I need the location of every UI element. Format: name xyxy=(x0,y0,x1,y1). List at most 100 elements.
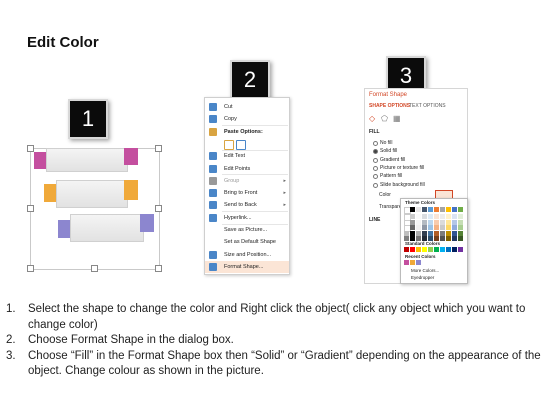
menu-item-edit-text[interactable]: Edit Text xyxy=(205,150,289,162)
fill-option-radio[interactable] xyxy=(373,141,378,146)
menu-item-save-as-picture[interactable]: Save as Picture... xyxy=(205,224,289,236)
menu-item-send-to-back[interactable]: Send to Back ▸ xyxy=(205,199,289,211)
fill-option-radio[interactable] xyxy=(373,165,378,171)
color-swatch[interactable] xyxy=(404,247,409,252)
color-swatch[interactable] xyxy=(428,225,433,230)
color-swatch[interactable] xyxy=(422,207,427,212)
color-swatch[interactable] xyxy=(416,207,421,212)
color-swatch[interactable] xyxy=(458,214,463,219)
menu-item-cut[interactable]: Cut xyxy=(205,101,289,113)
tab-text-options[interactable]: TEXT OPTIONS xyxy=(409,103,446,109)
color-swatch[interactable] xyxy=(452,219,457,225)
color-swatch[interactable] xyxy=(434,247,439,252)
menu-item-size-and-position[interactable]: Size and Position... xyxy=(205,249,289,261)
fill-option-radio[interactable] xyxy=(373,174,378,180)
menu-item-copy[interactable]: Copy xyxy=(205,113,289,125)
fill-option-radio[interactable] xyxy=(373,149,378,155)
color-swatch[interactable] xyxy=(428,207,433,212)
color-swatch[interactable] xyxy=(410,214,415,219)
menu-item-group[interactable]: Group ▸ xyxy=(205,175,289,187)
menu-item-edit-points[interactable]: Edit Points xyxy=(205,163,289,175)
color-swatch[interactable] xyxy=(416,225,421,230)
color-swatch[interactable] xyxy=(440,214,445,219)
fill-option-label[interactable]: Gradient fill xyxy=(380,157,405,163)
color-swatch[interactable] xyxy=(428,247,433,252)
color-swatch[interactable] xyxy=(416,247,421,252)
resize-handle[interactable] xyxy=(155,265,162,272)
ribbon-shape-group[interactable] xyxy=(28,148,158,266)
color-swatch[interactable] xyxy=(452,247,457,252)
color-swatch[interactable] xyxy=(452,207,457,212)
menu-item-paste-icons[interactable] xyxy=(205,138,289,150)
resize-handle[interactable] xyxy=(27,265,34,272)
fill-option-label[interactable]: Pattern fill xyxy=(380,173,402,179)
fill-line-icon[interactable]: ◇ xyxy=(369,114,375,123)
color-swatch[interactable] xyxy=(458,247,463,252)
color-swatch[interactable] xyxy=(416,260,421,265)
color-swatch[interactable] xyxy=(446,247,451,252)
menu-item-hyperlink[interactable]: Hyperlink... xyxy=(205,212,289,224)
color-swatch[interactable] xyxy=(422,219,427,225)
eyedropper-item[interactable]: Eyedropper xyxy=(411,275,434,280)
color-swatch[interactable] xyxy=(434,225,439,230)
fill-option-label[interactable]: Slide background fill xyxy=(380,182,425,188)
color-swatch[interactable] xyxy=(440,207,445,212)
tab-shape-options[interactable]: SHAPE OPTIONS xyxy=(369,103,410,109)
color-swatch[interactable] xyxy=(428,214,433,219)
color-swatch[interactable] xyxy=(452,225,457,230)
color-swatch[interactable] xyxy=(458,235,463,241)
color-swatch[interactable] xyxy=(428,235,433,241)
color-swatch[interactable] xyxy=(428,219,433,225)
color-swatch[interactable] xyxy=(446,235,451,241)
color-swatch[interactable] xyxy=(422,214,427,219)
menu-item-bring-to-front[interactable]: Bring to Front ▸ xyxy=(205,187,289,199)
color-swatch[interactable] xyxy=(404,235,409,241)
menu-item-paste-options[interactable]: Paste Options: xyxy=(205,126,289,138)
color-swatch[interactable] xyxy=(440,235,445,241)
color-swatch[interactable] xyxy=(410,247,415,252)
color-swatch[interactable] xyxy=(416,219,421,225)
color-swatch[interactable] xyxy=(416,235,421,241)
color-swatch[interactable] xyxy=(434,214,439,219)
color-swatch[interactable] xyxy=(416,214,421,219)
menu-item-format-shape[interactable]: Format Shape... xyxy=(205,260,289,273)
resize-handle[interactable] xyxy=(91,265,98,272)
color-swatch[interactable] xyxy=(440,219,445,225)
color-swatch[interactable] xyxy=(452,214,457,219)
menu-item-set-as-default-shape[interactable]: Set as Default Shape xyxy=(205,236,289,248)
fill-option-label[interactable]: No fill xyxy=(380,140,393,146)
fill-option-radio[interactable] xyxy=(373,157,378,163)
color-swatch[interactable] xyxy=(404,260,409,265)
color-swatch[interactable] xyxy=(440,247,445,252)
color-swatch[interactable] xyxy=(446,207,451,212)
section-fill[interactable]: FILL xyxy=(369,129,380,135)
color-swatch[interactable] xyxy=(410,235,415,241)
color-swatch[interactable] xyxy=(410,225,415,230)
paste-picture-icon[interactable] xyxy=(236,139,246,150)
fill-option-label[interactable]: Solid fill xyxy=(380,148,397,154)
color-swatch[interactable] xyxy=(434,219,439,225)
fill-option-label[interactable]: Picture or texture fill xyxy=(380,165,424,171)
color-swatch[interactable] xyxy=(458,219,463,225)
color-swatch[interactable] xyxy=(440,225,445,230)
color-swatch[interactable] xyxy=(422,247,427,252)
color-swatch[interactable] xyxy=(422,235,427,241)
color-swatch[interactable] xyxy=(446,214,451,219)
effects-icon[interactable]: ⬠ xyxy=(381,114,388,123)
color-swatch[interactable] xyxy=(434,207,439,212)
color-swatch[interactable] xyxy=(446,219,451,225)
color-swatch[interactable] xyxy=(452,235,457,241)
size-properties-icon[interactable]: ▦ xyxy=(393,114,401,123)
color-swatch[interactable] xyxy=(458,207,463,212)
color-swatch[interactable] xyxy=(410,207,415,212)
color-swatch[interactable] xyxy=(422,225,427,230)
more-colors-item[interactable]: More Colors... xyxy=(411,268,439,273)
color-swatch[interactable] xyxy=(446,225,451,230)
section-line[interactable]: LINE xyxy=(369,217,380,223)
color-swatch[interactable] xyxy=(410,219,415,225)
color-swatch[interactable] xyxy=(434,235,439,241)
step-text: Choose “Fill” in the Format Shape box th… xyxy=(28,349,541,378)
fill-option-radio[interactable] xyxy=(373,182,378,188)
color-swatch[interactable] xyxy=(410,260,415,265)
color-swatch[interactable] xyxy=(458,225,463,230)
